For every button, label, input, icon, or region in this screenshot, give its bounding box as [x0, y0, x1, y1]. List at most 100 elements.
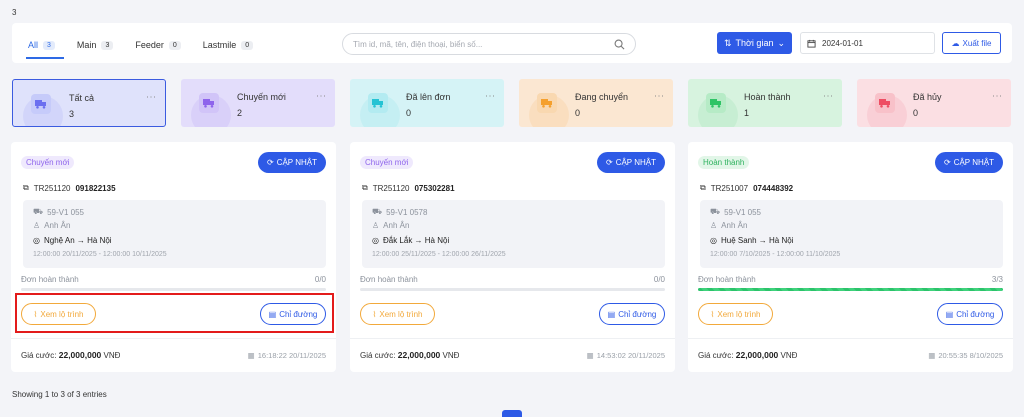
directions-button[interactable]: ▤ Chỉ đường	[937, 303, 1003, 325]
tab-main[interactable]: Main 3	[76, 38, 114, 52]
more-icon[interactable]: ⋮	[653, 91, 664, 100]
route-row: ◎ Đắk Lắk → Hà Nội	[372, 236, 449, 245]
export-button[interactable]: ☁ Xuất file	[942, 32, 1001, 54]
stat-label: Đang chuyển	[575, 92, 629, 102]
copy-icon[interactable]: ⧉	[362, 183, 368, 193]
truck-icon	[706, 93, 726, 113]
update-button[interactable]: ⟳ CẬP NHẬT	[258, 152, 326, 173]
truck-icon: ⛟	[372, 207, 383, 216]
tab-label: Lastmile	[202, 40, 237, 50]
status-badge: Chuyến mới	[21, 156, 75, 169]
route: Đắk Lắk → Hà Nội	[382, 236, 450, 245]
divider	[11, 338, 336, 339]
stat-card-cancelled[interactable]: Đã hủy 0 ⋮	[857, 79, 1011, 127]
copy-icon[interactable]: ⧉	[700, 183, 706, 193]
stat-value: 0	[575, 108, 581, 118]
filter-toolbar: All 3 Main 3 Feeder 0 Lastmile 0 Tìm id,…	[12, 23, 1012, 63]
view-route-label: Xem lộ trình	[379, 309, 423, 319]
progress-bar	[698, 288, 1003, 291]
stat-card-new[interactable]: Chuyến mới 2 ⋮	[181, 79, 335, 127]
map-icon: ▤	[945, 309, 954, 319]
refresh-icon: ⟳	[605, 158, 613, 167]
created-time: ▦ 20:55:35 8/10/2025	[928, 351, 1003, 360]
export-label: Xuất file	[962, 38, 992, 48]
location-icon: ◎	[372, 236, 379, 245]
trip-code: TR251007	[710, 183, 749, 193]
driver-row: ♙ Anh Ân	[372, 221, 409, 230]
price-label: Giá cước:	[360, 351, 396, 360]
truck-icon	[31, 94, 51, 114]
update-label: CẬP NHẬT	[953, 158, 994, 167]
done-label: Đơn hoàn thành	[698, 275, 756, 284]
more-icon[interactable]: ⋮	[484, 91, 495, 100]
directions-button[interactable]: ▤ Chỉ đường	[599, 303, 665, 325]
trip-info-box: ⛟ 59-V1 0578 ♙ Anh Ân ◎ Đắk Lắk → Hà Nội 12…	[362, 200, 665, 268]
page-count-label: 3	[12, 8, 17, 17]
sort-icon: ⇅	[723, 37, 732, 48]
timestamp: 14:53:02 20/11/2025	[596, 351, 665, 360]
map-icon: ▤	[607, 309, 616, 319]
user-icon: ♙	[33, 221, 41, 230]
plate-row: ⛟ 59-V1 055	[33, 207, 84, 217]
pagination-current[interactable]	[502, 410, 522, 417]
trip-card: Hoàn thành ⟳ CẬP NHẬT ⧉ TR251007 07444839…	[688, 142, 1013, 372]
user-icon: ♙	[710, 221, 718, 230]
timestamp: 16:18:22 20/11/2025	[257, 351, 326, 360]
currency: VNĐ	[103, 351, 121, 360]
stat-label: Chuyến mới	[237, 92, 286, 102]
stat-card-all[interactable]: Tất cả 3 ⋮	[12, 79, 166, 127]
date-value: 2024-01-01	[822, 38, 863, 48]
calendar-icon: ▦	[247, 351, 255, 360]
progress-bar	[360, 288, 665, 291]
tab-feeder[interactable]: Feeder 0	[135, 38, 181, 52]
plate: 59-V1 055	[47, 207, 84, 217]
price-value: 22,000,000	[58, 350, 102, 360]
route: Nghệ An → Hà Nội	[43, 236, 112, 245]
update-button[interactable]: ⟳ CẬP NHẬT	[597, 152, 665, 173]
more-icon[interactable]: ⋮	[822, 91, 833, 100]
tab-lastmile[interactable]: Lastmile 0	[202, 38, 254, 52]
search-icon	[614, 39, 625, 49]
search-input[interactable]: Tìm id, mã, tên, điện thoại, biển số...	[342, 33, 636, 55]
truck-icon	[199, 93, 219, 113]
time-range: 12:00:00 25/11/2025 - 12:00:00 26/11/202…	[372, 251, 506, 258]
done-count: 3/3	[991, 275, 1003, 284]
update-label: CẬP NHẬT	[615, 158, 656, 167]
tab-count: 0	[168, 40, 181, 50]
done-count: 0/0	[314, 275, 326, 284]
stat-card-completed[interactable]: Hoàn thành 1 ⋮	[688, 79, 842, 127]
created-time: ▦ 14:53:02 20/11/2025	[587, 351, 665, 360]
update-button[interactable]: ⟳ CẬP NHẬT	[935, 152, 1003, 173]
tab-all[interactable]: All 3	[28, 38, 55, 52]
truck-icon	[875, 93, 895, 113]
stat-card-in-transit[interactable]: Đang chuyển 0 ⋮	[519, 79, 673, 127]
tab-count: 0	[241, 40, 254, 50]
plate-row: ⛟ 59-V1 055	[710, 207, 761, 217]
price: Giá cước: 22,000,000 VNĐ	[360, 350, 459, 360]
currency: VNĐ	[780, 351, 798, 360]
more-icon[interactable]: ⋮	[145, 92, 156, 101]
truck-icon: ⛟	[33, 207, 44, 216]
date-field[interactable]: 2024-01-01	[800, 32, 935, 54]
divider	[688, 338, 1013, 339]
more-icon[interactable]: ⋮	[315, 91, 326, 100]
timestamp: 20:55:35 8/10/2025	[938, 351, 1003, 360]
status-badge: Hoàn thành	[698, 156, 750, 169]
plate: 59-V1 055	[724, 207, 761, 217]
stat-card-ordered[interactable]: Đã lên đơn 0 ⋮	[350, 79, 504, 127]
price-label: Giá cước:	[21, 351, 57, 360]
view-route-button[interactable]: ⌇ Xem lộ trình	[698, 303, 773, 325]
plate: 59-V1 0578	[386, 207, 428, 217]
calendar-icon: ▦	[928, 351, 936, 360]
tab-label: Main	[76, 40, 97, 50]
view-route-label: Xem lộ trình	[717, 309, 761, 319]
highlight-box	[15, 293, 334, 333]
stat-value: 0	[913, 108, 919, 118]
truck-icon	[368, 93, 388, 113]
view-route-button[interactable]: ⌇ Xem lộ trình	[360, 303, 435, 325]
trip-phone: 074448392	[753, 183, 794, 193]
time-filter-button[interactable]: ⇅ Thời gian ⌄	[717, 32, 792, 54]
copy-icon[interactable]: ⧉	[23, 183, 29, 193]
route-row: ◎ Nghệ An → Hà Nội	[33, 236, 112, 245]
more-icon[interactable]: ⋮	[991, 91, 1002, 100]
